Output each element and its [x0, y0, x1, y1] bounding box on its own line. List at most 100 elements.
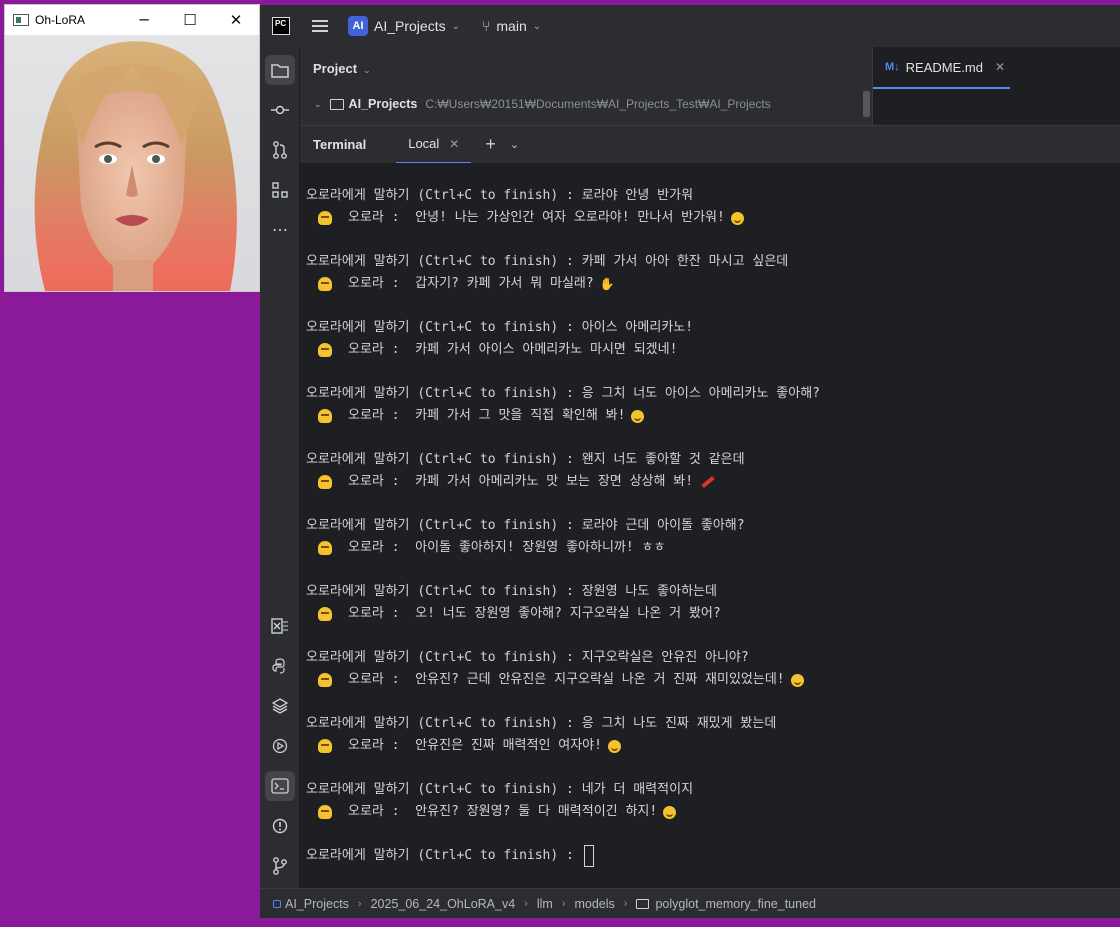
ohlora-avatar-image: [5, 35, 259, 291]
pull-requests-icon[interactable]: [265, 135, 295, 165]
chevron-down-icon[interactable]: ⌄: [363, 65, 371, 75]
chevron-down-icon[interactable]: ⌄: [533, 21, 541, 32]
bot-message: 오로라 : 갑자기? 카페 가서 뭐 마실래? ✋: [306, 273, 1120, 295]
excel-icon[interactable]: [265, 611, 295, 641]
terminal-icon[interactable]: [265, 771, 295, 801]
python-console-icon[interactable]: [265, 651, 295, 681]
smiling-face-icon: [663, 805, 677, 819]
commit-icon[interactable]: [265, 95, 295, 125]
bot-face-icon: [318, 277, 332, 291]
bot-message: 오로라 : 오! 너도 장원영 좋아해? 지구오락실 나온 거 봤어?: [306, 603, 1120, 625]
git-branch-icon[interactable]: ⑂: [482, 18, 490, 34]
project-switcher[interactable]: AI_Projects: [374, 18, 446, 34]
input-prompt[interactable]: 오로라에게 말하기 (Ctrl+C to finish) :: [306, 845, 1120, 867]
ohlora-window: Oh-LoRA ─ ☐ ✕: [4, 4, 260, 292]
pencil-icon: [701, 475, 715, 489]
bot-message-text: 오로라 : 카페 가서 아이스 아메리카노 마시면 되겠네!: [348, 342, 678, 357]
breadcrumb-3[interactable]: models: [574, 897, 614, 911]
bot-face-icon: [318, 211, 332, 225]
bot-message: 오로라 : 카페 가서 아이스 아메리카노 마시면 되겠네!: [306, 339, 1120, 361]
chat-exchange: 오로라에게 말하기 (Ctrl+C to finish) : 로라야 근데 아이…: [306, 515, 1120, 559]
close-icon[interactable]: ✕: [995, 60, 1005, 74]
project-badge[interactable]: AI: [348, 16, 368, 36]
chat-exchange: 오로라에게 말하기 (Ctrl+C to finish) : 지구오락실은 안유…: [306, 647, 1120, 691]
main-menu-icon[interactable]: [312, 17, 328, 35]
scrollbar[interactable]: [863, 91, 870, 117]
chat-log: 오로라에게 말하기 (Ctrl+C to finish) : 로라야 안녕 반가…: [306, 185, 1120, 823]
ide-window: PC AI AI_Projects ⌄ ⑂ main ⌄ ⋯ Project ⌄…: [260, 5, 1120, 918]
markdown-icon: M↓: [885, 61, 900, 73]
ohlora-titlebar[interactable]: Oh-LoRA ─ ☐ ✕: [5, 5, 259, 35]
git-icon[interactable]: [265, 851, 295, 881]
bot-face-icon: [318, 607, 332, 621]
tree-root-name: AI_Projects: [348, 97, 418, 111]
problems-icon[interactable]: [265, 811, 295, 841]
structure-icon[interactable]: [265, 175, 295, 205]
breadcrumb-separator-icon: ›: [357, 897, 362, 910]
more-tools-icon[interactable]: ⋯: [265, 215, 295, 245]
tab-local[interactable]: Local ✕: [396, 126, 472, 164]
chevron-down-icon[interactable]: ⌄: [510, 138, 519, 151]
project-tree-root[interactable]: ⌄ AI_Projects C:₩Users₩20151₩Documents₩A…: [314, 97, 771, 111]
text-cursor: [583, 845, 594, 867]
tree-root-path: C:₩Users₩20151₩Documents₩AI_Projects_Tes…: [425, 97, 771, 111]
project-panel-header[interactable]: Project ⌄: [313, 61, 371, 76]
breadcrumb-2[interactable]: llm: [537, 897, 553, 911]
maximize-button[interactable]: ☐: [167, 5, 213, 35]
breadcrumb-1[interactable]: 2025_06_24_OhLoRA_v4: [371, 897, 516, 911]
terminal-title: Terminal: [313, 137, 367, 152]
chat-exchange: 오로라에게 말하기 (Ctrl+C to finish) : 왠지 너도 좋아할…: [306, 449, 1120, 493]
folder-icon: [329, 98, 344, 110]
bot-message-text: 오로라 : 안유진? 장원영? 둘 다 매력적이긴 하지!: [348, 804, 658, 819]
breadcrumb-separator-icon: ›: [561, 897, 566, 910]
bot-message-text: 오로라 : 카페 가서 그 맛을 직접 확인해 봐!: [348, 408, 626, 423]
user-message: 오로라에게 말하기 (Ctrl+C to finish) : 지구오락실은 안유…: [306, 650, 749, 665]
terminal-header: Terminal Local ✕ + ⌄: [300, 125, 1120, 164]
bot-message-text: 오로라 : 오! 너도 장원영 좋아해? 지구오락실 나온 거 봤어?: [348, 606, 721, 621]
bot-message: 오로라 : 안유진은 진짜 매력적인 여자야!: [306, 735, 1120, 757]
breadcrumb-4[interactable]: polyglot_memory_fine_tuned: [655, 897, 816, 911]
user-message: 오로라에게 말하기 (Ctrl+C to finish) : 응 그치 나도 진…: [306, 716, 777, 731]
bot-face-icon: [318, 475, 332, 489]
minimize-button[interactable]: ─: [121, 5, 167, 35]
bot-message: 오로라 : 카페 가서 그 맛을 직접 확인해 봐!: [306, 405, 1120, 427]
bot-message-text: 오로라 : 카페 가서 아메리카노 맛 보는 장면 상상해 봐!: [348, 474, 694, 489]
close-icon[interactable]: ✕: [449, 137, 459, 151]
bot-message-text: 오로라 : 아이돌 좋아하지! 장원영 좋아하니까! ㅎㅎ: [348, 540, 666, 555]
project-folder-icon[interactable]: [265, 55, 295, 85]
bot-face-icon: [318, 805, 332, 819]
ide-topbar: PC AI AI_Projects ⌄ ⑂ main ⌄: [260, 5, 1120, 47]
chevron-down-icon[interactable]: ⌄: [452, 21, 460, 32]
bot-face-icon: [318, 343, 332, 357]
status-bar: AI_Projects › 2025_06_24_OhLoRA_v4 › llm…: [260, 888, 1120, 918]
branch-switcher[interactable]: main: [496, 18, 526, 34]
tab-label: Local: [408, 136, 440, 151]
bot-message-text: 오로라 : 안녕! 나는 가상인간 여자 오로라야! 만나서 반가워!: [348, 210, 725, 225]
folder-icon: [636, 898, 650, 909]
smiling-face-icon: [790, 673, 804, 687]
chat-exchange: 오로라에게 말하기 (Ctrl+C to finish) : 장원영 나도 좋아…: [306, 581, 1120, 625]
new-terminal-button[interactable]: +: [485, 134, 496, 155]
chat-exchange: 오로라에게 말하기 (Ctrl+C to finish) : 아이스 아메리카노…: [306, 317, 1120, 361]
smiling-face-icon: [730, 211, 744, 225]
smiling-face-icon: [631, 409, 645, 423]
user-message: 오로라에게 말하기 (Ctrl+C to finish) : 로라야 근데 아이…: [306, 518, 745, 533]
close-button[interactable]: ✕: [213, 5, 259, 35]
breadcrumb-0[interactable]: AI_Projects: [285, 897, 349, 911]
project-panel: Project ⌄ ⌄ AI_Projects C:₩Users₩20151₩Do…: [300, 47, 872, 125]
bot-message: 오로라 : 카페 가서 아메리카노 맛 보는 장면 상상해 봐!: [306, 471, 1120, 493]
expand-arrow-icon[interactable]: ⌄: [314, 99, 322, 110]
bot-message-text: 오로라 : 안유진은 진짜 매력적인 여자야!: [348, 738, 602, 753]
bot-message-text: 오로라 : 안유진? 근데 안유진은 지구오락실 나온 거 진짜 재미있었는데!: [348, 672, 785, 687]
tab-readme[interactable]: M↓ README.md ✕: [873, 47, 1010, 89]
bot-face-icon: [318, 541, 332, 555]
bot-message: 오로라 : 안유진? 근데 안유진은 지구오락실 나온 거 진짜 재미있었는데!: [306, 669, 1120, 691]
tab-label: README.md: [905, 59, 983, 75]
breadcrumb-separator-icon: ›: [623, 897, 628, 910]
breadcrumb-separator-icon: ›: [524, 897, 528, 910]
services-icon[interactable]: [265, 731, 295, 761]
user-message: 오로라에게 말하기 (Ctrl+C to finish) : 장원영 나도 좋아…: [306, 584, 717, 599]
layers-icon[interactable]: [265, 691, 295, 721]
terminal-output[interactable]: 오로라에게 말하기 (Ctrl+C to finish) : 로라야 안녕 반가…: [300, 163, 1120, 888]
bot-face-icon: [318, 409, 332, 423]
